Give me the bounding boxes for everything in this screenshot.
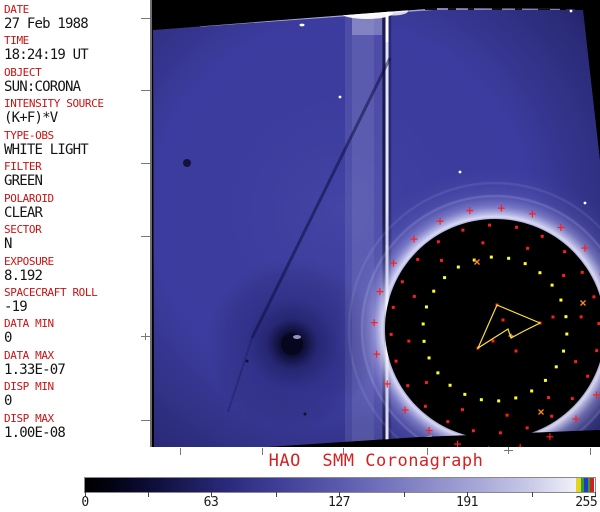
colorbar-tick-label: 255 — [575, 495, 598, 510]
metadata-label: INTENSITY SOURCE — [4, 97, 104, 111]
metadata-label: DISP MAX — [4, 411, 54, 425]
metadata-entry: DATA MIN 0 — [4, 317, 150, 348]
metadata-label: SPACECRAFT ROLL — [4, 285, 98, 299]
metadata-entry: DATA MAX 1.33E-07 — [4, 349, 150, 380]
coronagraph-image-panel — [152, 0, 600, 447]
metadata-value: WHITE LIGHT — [4, 141, 89, 158]
metadata-label: EXPOSURE — [4, 254, 54, 268]
metadata-value: 18:24:19 UT — [4, 47, 89, 64]
colorbar-minor-tick — [148, 492, 149, 497]
metadata-value: CLEAR — [4, 204, 43, 221]
metadata-value: 1.00E-08 — [4, 424, 66, 441]
metadata-entry: OBJECT SUN:CORONA — [4, 66, 150, 97]
metadata-label: OBJECT — [4, 65, 42, 79]
metadata-sidebar: DATE 27 Feb 1988 TIME 18:24:19 UT OBJECT SUN:… — [0, 0, 150, 447]
metadata-value: N — [4, 236, 12, 253]
colorbar-minor-tick — [404, 492, 405, 497]
metadata-label: DATA MIN — [4, 317, 54, 331]
metadata-entry: DISP MAX 1.00E-08 — [4, 412, 150, 443]
colorbar-minor-tick — [532, 492, 533, 497]
white-speck — [458, 170, 462, 174]
frame-tick — [141, 90, 150, 91]
metadata-label: FILTER — [4, 160, 42, 174]
colorbar-tick-label: 0 — [81, 495, 89, 510]
metadata-entry: INTENSITY SOURCE (K+F)*V — [4, 97, 150, 128]
frame-tick — [262, 448, 263, 455]
colorbar-annotation-stripe — [590, 478, 594, 492]
metadata-label: TYPE-OBS — [4, 128, 54, 142]
colorbar — [84, 477, 596, 493]
sun-center-cross — [145, 333, 146, 340]
metadata-entry: POLAROID CLEAR — [4, 192, 150, 223]
white-speck — [569, 9, 573, 13]
metadata-value: -19 — [4, 298, 28, 315]
metadata-label: DATA MAX — [4, 348, 54, 362]
metadata-entry: TYPE-OBS WHITE LIGHT — [4, 129, 150, 160]
colorbar-tick-label: 191 — [456, 495, 478, 510]
colorbar-minor-tick — [276, 492, 277, 497]
metadata-entry: FILTER GREEN — [4, 160, 150, 191]
white-speck — [299, 23, 305, 27]
frame-tick — [141, 236, 150, 237]
white-speck — [338, 95, 342, 99]
metadata-entry: EXPOSURE 8.192 — [4, 255, 150, 286]
metadata-value: 27 Feb 1988 — [4, 16, 89, 32]
metadata-entry: SECTOR N — [4, 223, 150, 254]
metadata-entry: DISP MIN 0 — [4, 380, 150, 411]
app-window: DATE 27 Feb 1988 TIME 18:24:19 UT OBJECT SUN:… — [0, 0, 600, 512]
colorbar-tick-label: 127 — [328, 495, 350, 510]
dark-spot — [183, 159, 191, 167]
frame-tick — [141, 18, 150, 19]
metadata-value: 0 — [4, 393, 12, 410]
white-speck — [583, 201, 587, 205]
frame-tick — [343, 448, 344, 455]
metadata-label: SECTOR — [4, 223, 42, 237]
metadata-value: 1.33E-07 — [4, 361, 66, 378]
metadata-label: POLAROID — [4, 191, 54, 205]
colorbar-tick-label: 63 — [203, 495, 219, 510]
metadata-value: SUN:CORONA — [4, 78, 81, 95]
metadata-value: (K+F)*V — [4, 110, 58, 127]
coronagraph-scene — [153, 8, 600, 447]
frame-tick — [427, 448, 428, 455]
metadata-value: GREEN — [4, 173, 43, 190]
colorbar-gradient — [85, 478, 595, 492]
metadata-label: TIME — [4, 34, 29, 48]
metadata-entry: DATE 27 Feb 1988 — [4, 3, 150, 34]
metadata-label: DISP MIN — [4, 380, 54, 394]
sun-center-cross — [504, 450, 513, 451]
metadata-entry: SPACECRAFT ROLL -19 — [4, 286, 150, 317]
metadata-entry: TIME 18:24:19 UT — [4, 34, 150, 65]
occulting-disk — [385, 219, 600, 439]
frame-tick — [590, 448, 591, 455]
frame-tick — [141, 420, 150, 421]
frame-tick — [141, 163, 150, 164]
metadata-value: 8.192 — [4, 267, 43, 284]
frame-tick — [180, 448, 181, 455]
metadata-label: DATE — [4, 3, 29, 16]
metadata-value: 0 — [4, 330, 12, 347]
image-title: HAO SMM Coronagraph — [268, 451, 484, 471]
